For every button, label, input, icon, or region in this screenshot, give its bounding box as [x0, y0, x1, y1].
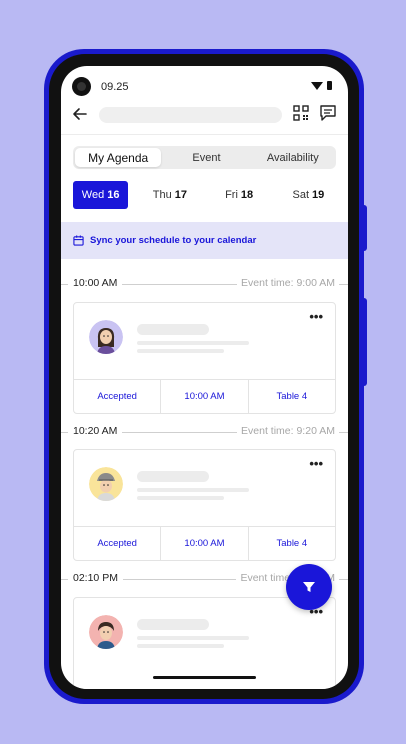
meeting-slot: 10:00 AM: [161, 380, 249, 413]
volume-button: [363, 205, 367, 251]
app-screen: 09.25 My Agenda Event Availability Wed 1…: [61, 66, 348, 689]
meeting-card[interactable]: ••• Accepted 10:00 AM Table 4: [73, 449, 336, 561]
tab-availability[interactable]: Availability: [250, 146, 336, 169]
name-placeholder: [137, 619, 209, 630]
status-icons: [311, 81, 332, 90]
day-weekday: Wed: [81, 189, 105, 201]
day-date: 19: [312, 189, 325, 201]
day-fri[interactable]: Fri 18: [212, 181, 267, 209]
avatar: [89, 467, 123, 501]
tab-my-agenda[interactable]: My Agenda: [75, 148, 162, 167]
wifi-icon: [311, 81, 323, 90]
header-divider: [61, 134, 348, 135]
power-button: [363, 298, 367, 386]
filter-fab-button[interactable]: [286, 564, 332, 610]
home-indicator[interactable]: [153, 676, 256, 679]
day-wed[interactable]: Wed 16: [73, 181, 129, 209]
name-placeholder: [137, 324, 209, 335]
meeting-card[interactable]: ••• Accepted 10:00 AM Table 4: [73, 302, 336, 414]
detail-placeholder: [137, 636, 249, 640]
section-event-time: Event time: 9:00 AM: [237, 277, 339, 289]
detail-placeholder: [137, 341, 249, 345]
day-date: 17: [174, 189, 187, 201]
meeting-slot: 10:00 AM: [161, 527, 249, 560]
day-weekday: Thu: [152, 189, 172, 201]
meeting-table: Table 4: [276, 391, 308, 402]
sync-calendar-banner[interactable]: Sync your schedule to your calendar: [61, 222, 348, 259]
section-time: 10:20 AM: [68, 425, 123, 437]
section-time: 10:00 AM: [68, 277, 123, 289]
back-arrow-icon[interactable]: [70, 104, 90, 124]
detail-placeholder: [137, 496, 224, 500]
detail-placeholder: [137, 349, 224, 353]
agenda-tab-bar: My Agenda Event Availability: [73, 146, 336, 169]
status-badge: Accepted: [74, 527, 162, 560]
detail-placeholder: [137, 488, 249, 492]
name-placeholder: [137, 471, 209, 482]
avatar: [89, 320, 123, 354]
more-dots-icon[interactable]: •••: [309, 310, 323, 323]
tab-event[interactable]: Event: [163, 146, 249, 169]
section-header: 10:00 AM Event time: 9:00 AM: [61, 274, 348, 294]
camera-icon: [72, 77, 91, 96]
day-date: 18: [240, 189, 254, 201]
day-selector: Wed 16 Thu 17 Fri 18 Sat 19: [73, 181, 336, 209]
detail-placeholder: [137, 644, 224, 648]
avatar: [89, 615, 123, 649]
agenda-section: 10:20 AM Event time: 9:20 AM: [61, 422, 348, 442]
day-weekday: Sat: [292, 189, 309, 201]
day-weekday: Fri: [225, 189, 238, 201]
battery-icon: [327, 81, 332, 90]
qr-code-icon[interactable]: [293, 105, 309, 121]
section-header: 10:20 AM Event time: 9:20 AM: [61, 422, 348, 442]
status-badge: Accepted: [74, 380, 162, 413]
meeting-table: Table 4: [276, 538, 308, 549]
section-time: 02:10 PM: [68, 572, 123, 584]
section-event-time: Event time: 9:20 AM: [237, 425, 339, 437]
day-thu[interactable]: Thu 17: [142, 181, 197, 209]
status-time: 09.25: [101, 81, 129, 93]
calendar-icon: [73, 235, 84, 246]
message-icon[interactable]: [319, 104, 337, 122]
card-footer: Accepted 10:00 AM Table 4: [74, 526, 335, 560]
search-bar[interactable]: [99, 107, 282, 123]
card-footer: Accepted 10:00 AM Table 4: [74, 379, 335, 413]
status-bar: 09.25: [61, 66, 348, 106]
agenda-section: 10:00 AM Event time: 9:00 AM: [61, 274, 348, 294]
day-date: 16: [107, 189, 120, 201]
sync-label: Sync your schedule to your calendar: [90, 235, 257, 246]
more-dots-icon[interactable]: •••: [309, 457, 323, 470]
filter-icon: [303, 582, 315, 592]
app-bar: [61, 102, 348, 132]
day-sat[interactable]: Sat 19: [281, 181, 336, 209]
